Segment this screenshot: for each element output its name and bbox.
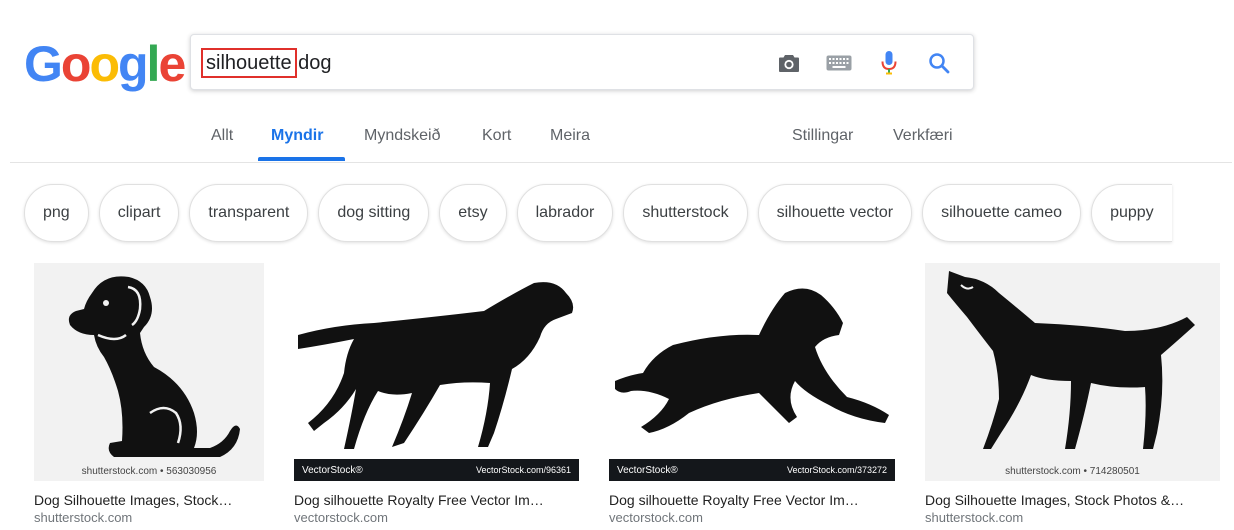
thumbnail-watermark: shutterstock.com • 714280501 (1005, 466, 1140, 477)
image-result[interactable]: shutterstock.com • 563030956 Dog Silhoue… (34, 263, 264, 527)
watermark-id: VectorStock.com/373272 (786, 465, 887, 475)
search-tabs: Allt Myndir Myndskeið Kort Meira Stillin… (0, 112, 1234, 164)
camera-icon[interactable] (775, 48, 803, 78)
watermark-brand: VectorStock® (617, 464, 678, 476)
search-box[interactable]: silhouette dog (190, 34, 974, 90)
search-icon[interactable] (925, 48, 953, 78)
result-source[interactable]: vectorstock.com (609, 509, 895, 527)
logo-letter: g (118, 36, 149, 92)
image-result[interactable]: VectorStock® VectorStock.com/373272 Dog … (609, 263, 895, 527)
watermark-id: VectorStock.com/96361 (475, 465, 571, 475)
keyboard-icon[interactable] (825, 48, 853, 78)
standing-dog-silhouette-image (294, 263, 579, 481)
sitting-dog-silhouette-image (34, 263, 264, 481)
chip-clipart[interactable]: clipart (98, 184, 180, 242)
tab-tools[interactable]: Verkfæri (893, 126, 953, 146)
tab-videos[interactable]: Myndskeið (364, 126, 440, 146)
chip-labrador[interactable]: labrador (516, 184, 614, 242)
result-source[interactable]: shutterstock.com (925, 509, 1220, 527)
chip-png[interactable]: png (24, 184, 89, 242)
chip-silhouette-cameo[interactable]: silhouette cameo (922, 184, 1082, 242)
image-result[interactable]: shutterstock.com • 714280501 Dog Silhoue… (925, 263, 1220, 527)
result-source[interactable]: shutterstock.com (34, 509, 264, 527)
chip-dog-sitting[interactable]: dog sitting (318, 184, 430, 242)
vectorstock-watermark-bar: VectorStock® VectorStock.com/373272 (609, 459, 895, 481)
active-tab-indicator (258, 157, 345, 161)
header-divider (10, 162, 1232, 163)
result-thumbnail[interactable]: shutterstock.com • 563030956 (34, 263, 264, 481)
related-search-chips: png clipart transparent dog sitting etsy… (24, 184, 1172, 242)
result-thumbnail[interactable]: shutterstock.com • 714280501 (925, 263, 1220, 481)
microphone-icon[interactable] (875, 48, 903, 78)
query-rest: dog (292, 52, 332, 74)
logo-letter: o (89, 36, 120, 92)
howling-dog-silhouette-image (925, 263, 1220, 481)
chip-silhouette-vector[interactable]: silhouette vector (757, 184, 913, 242)
thumbnail-watermark: shutterstock.com • 563030956 (81, 466, 217, 477)
logo-letter: e (158, 36, 186, 92)
vectorstock-watermark-bar: VectorStock® VectorStock.com/96361 (294, 459, 579, 481)
result-source[interactable]: vectorstock.com (294, 509, 579, 527)
google-logo[interactable]: Google (24, 34, 186, 94)
tab-all[interactable]: Allt (211, 126, 233, 146)
logo-letter: G (24, 36, 63, 92)
tab-maps[interactable]: Kort (482, 126, 511, 146)
result-title[interactable]: Dog Silhouette Images, Stock… (34, 491, 264, 509)
chip-shutterstock[interactable]: shutterstock (623, 184, 748, 242)
chip-transparent[interactable]: transparent (189, 184, 309, 242)
logo-letter: l (146, 36, 161, 92)
result-title[interactable]: Dog silhouette Royalty Free Vector Im… (609, 491, 895, 509)
chip-etsy[interactable]: etsy (439, 184, 507, 242)
query-highlight: silhouette (201, 48, 297, 78)
result-thumbnail[interactable]: VectorStock® VectorStock.com/373272 (609, 263, 895, 481)
watermark-brand: VectorStock® (302, 464, 363, 476)
tab-settings[interactable]: Stillingar (792, 126, 853, 146)
result-thumbnail[interactable]: VectorStock® VectorStock.com/96361 (294, 263, 579, 481)
tab-images[interactable]: Myndir (271, 126, 323, 146)
logo-letter: o (60, 36, 92, 92)
image-result[interactable]: VectorStock® VectorStock.com/96361 Dog s… (294, 263, 579, 527)
lying-dog-silhouette-image (609, 263, 895, 481)
result-title[interactable]: Dog Silhouette Images, Stock Photos &… (925, 491, 1220, 509)
result-title[interactable]: Dog silhouette Royalty Free Vector Im… (294, 491, 579, 509)
chip-puppy[interactable]: puppy (1091, 184, 1172, 242)
search-input[interactable]: silhouette dog (201, 48, 332, 78)
tab-more[interactable]: Meira (550, 126, 590, 146)
